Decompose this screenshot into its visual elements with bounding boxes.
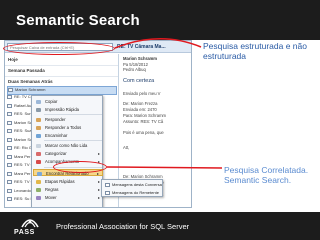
pass-logo-text: PASS — [14, 229, 35, 236]
callout-lines — [106, 38, 223, 169]
pass-logo: PASS — [12, 215, 48, 237]
slide-footer: PASS Professional Association for SQL Se… — [0, 212, 320, 240]
footer-text: Professional Association for SQL Server — [56, 222, 190, 231]
note-structured-search: Pesquisa estruturada e não estruturada — [203, 41, 307, 61]
pass-logo-icon — [21, 219, 39, 228]
note-semantic-search: Pesquisa Correlatada. Semantic Search. — [224, 165, 309, 185]
callout-line-search — [114, 38, 202, 49]
callout-line-context — [106, 166, 223, 169]
